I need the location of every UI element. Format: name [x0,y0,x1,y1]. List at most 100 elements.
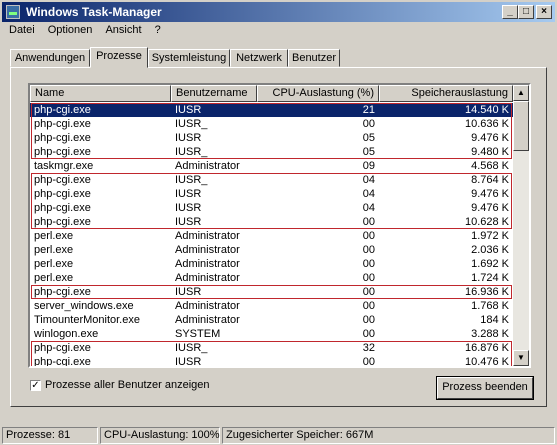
process-name: perl.exe [34,244,74,256]
process-user: IUSR [175,188,202,200]
process-row[interactable]: perl.exe Administrator 00 1.692 K [30,257,513,271]
process-row[interactable]: php-cgi.exe IUSR_ 00 10.476 K [30,355,513,368]
process-cpu: 00 [362,230,375,242]
status-commit-charge: Zugesicherter Speicher: 667M [222,427,555,444]
process-cpu: 00 [362,328,375,340]
scroll-down-arrow-icon[interactable]: ▼ [513,350,529,366]
tab-prozesse[interactable]: Prozesse [90,47,148,68]
process-row[interactable]: php-cgi.exe IUSR 04 9.476 K [30,201,513,215]
process-cpu: 04 [362,174,375,186]
process-name: php-cgi.exe [34,342,91,354]
process-row[interactable]: perl.exe Administrator 00 1.972 K [30,229,513,243]
column-header-memory[interactable]: Speicherauslastung [379,85,513,102]
process-cpu: 00 [362,356,375,368]
process-memory: 16.936 K [464,286,509,298]
process-cpu: 00 [362,258,375,270]
menu-ansicht[interactable]: Ansicht [100,23,146,37]
column-header-user[interactable]: Benutzername [171,85,257,102]
task-manager-window: Windows Task-Manager _ □ × Datei Optione… [0,0,557,445]
maximize-button[interactable]: □ [518,5,534,19]
process-list[interactable]: Name Benutzername CPU-Auslastung (%) Spe… [28,83,531,368]
process-cpu: 00 [362,244,375,256]
process-memory: 1.692 K [471,258,509,270]
column-header-cpu[interactable]: CPU-Auslastung (%) [257,85,379,102]
process-memory: 14.540 K [464,104,509,116]
process-name: TimounterMonitor.exe [34,314,140,326]
close-button[interactable]: × [536,5,552,19]
process-row[interactable]: perl.exe Administrator 00 2.036 K [30,243,513,257]
process-name: php-cgi.exe [34,356,91,368]
process-row[interactable]: winlogon.exe SYSTEM 00 3.288 K [30,327,513,341]
process-name: php-cgi.exe [34,188,91,200]
process-row[interactable]: php-cgi.exe IUSR_ 00 10.636 K [30,117,513,131]
vertical-scrollbar[interactable]: ▲ ▼ [513,85,529,366]
process-name: php-cgi.exe [34,286,91,298]
process-user: IUSR_ [175,146,208,158]
window-title: Windows Task-Manager [26,5,162,19]
process-row[interactable]: perl.exe Administrator 00 1.724 K [30,271,513,285]
process-user: IUSR_ [175,118,208,130]
menu-bar: Datei Optionen Ansicht ? [4,23,166,41]
process-cpu: 21 [362,104,375,116]
process-memory: 184 K [480,314,509,326]
process-name: php-cgi.exe [34,202,91,214]
tab-benutzer[interactable]: Benutzer [288,49,340,67]
process-memory: 1.768 K [471,300,509,312]
process-row[interactable]: php-cgi.exe IUSR_ 04 8.764 K [30,173,513,187]
process-row[interactable]: php-cgi.exe IUSR 00 16.936 K [30,285,513,299]
process-name: perl.exe [34,230,74,242]
process-user: IUSR [175,132,202,144]
process-name: php-cgi.exe [34,132,91,144]
menu-help[interactable]: ? [150,23,166,37]
process-row[interactable]: TimounterMonitor.exe Administrator 00 184 K [30,313,513,327]
process-cpu: 00 [362,272,375,284]
process-user: SYSTEM [175,328,221,340]
process-memory: 10.636 K [464,118,509,130]
process-row[interactable]: php-cgi.exe IUSR 05 9.476 K [30,131,513,145]
process-memory: 3.288 K [471,328,509,340]
end-process-button[interactable]: Prozess beenden [436,376,534,400]
tab-systemleistung[interactable]: Systemleistung [148,49,230,67]
process-user: IUSR [175,202,202,214]
column-header-name[interactable]: Name [30,85,171,102]
process-memory: 9.476 K [471,188,509,200]
tab-netzwerk[interactable]: Netzwerk [230,49,288,67]
process-memory: 9.476 K [471,132,509,144]
process-row[interactable]: php-cgi.exe IUSR_ 05 9.480 K [30,145,513,159]
show-all-users-checkbox[interactable]: ✓ [30,379,41,391]
process-user: IUSR_ [175,174,208,186]
minimize-button[interactable]: _ [502,5,518,19]
process-user: Administrator [175,230,240,242]
show-all-users-option[interactable]: ✓ Prozesse aller Benutzer anzeigen [30,379,209,391]
scrollbar-thumb[interactable] [513,101,529,151]
process-memory: 10.628 K [464,216,509,228]
process-memory: 9.476 K [471,202,509,214]
process-memory: 8.764 K [471,174,509,186]
process-row[interactable]: php-cgi.exe IUSR_ 32 16.876 K [30,341,513,355]
process-name: winlogon.exe [34,328,99,340]
process-name: server_windows.exe [34,300,134,312]
process-user: Administrator [175,160,240,172]
scroll-up-arrow-icon[interactable]: ▲ [513,85,529,101]
menu-optionen[interactable]: Optionen [43,23,98,37]
process-name: perl.exe [34,258,74,270]
process-name: php-cgi.exe [34,216,91,228]
title-bar[interactable]: Windows Task-Manager _ □ × [2,2,555,22]
tab-anwendungen[interactable]: Anwendungen [10,49,90,67]
process-memory: 9.480 K [471,146,509,158]
process-memory: 2.036 K [471,244,509,256]
process-row[interactable]: php-cgi.exe IUSR 00 10.628 K [30,215,513,229]
process-row[interactable]: php-cgi.exe IUSR 04 9.476 K [30,187,513,201]
process-memory: 1.724 K [471,272,509,284]
menu-datei[interactable]: Datei [4,23,40,37]
process-row[interactable]: php-cgi.exe IUSR 21 14.540 K [30,103,513,117]
process-cpu: 00 [362,314,375,326]
process-user: Administrator [175,258,240,270]
process-cpu: 00 [362,118,375,130]
process-name: taskmgr.exe [34,160,94,172]
process-row[interactable]: server_windows.exe Administrator 00 1.768 K [30,299,513,313]
process-memory: 10.476 K [464,356,509,368]
status-process-count: Prozesse: 81 [2,427,98,444]
process-row[interactable]: taskmgr.exe Administrator 09 4.568 K [30,159,513,173]
process-name: php-cgi.exe [34,174,91,186]
